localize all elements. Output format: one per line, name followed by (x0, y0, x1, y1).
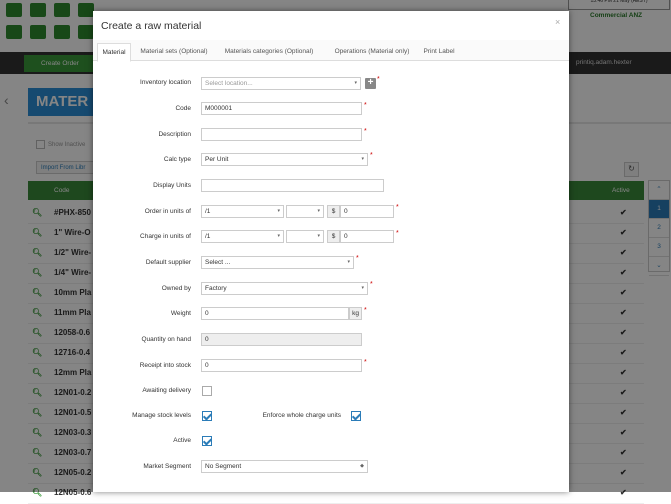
quantity-on-hand-input: 0 (201, 333, 362, 346)
awaiting-delivery-label: Awaiting delivery (142, 387, 191, 394)
order-unit-select[interactable]: /1 ▾ (201, 205, 284, 218)
required-mark: * (364, 359, 367, 366)
code-input[interactable]: M000001 (201, 102, 362, 115)
calc-type-value: Per Unit (205, 156, 229, 163)
tab-print-label[interactable]: Print Label (419, 43, 459, 60)
owned-by-value: Factory (205, 285, 227, 292)
market-segment-value: No Segment (205, 463, 242, 470)
description-input[interactable] (201, 128, 362, 141)
weight-label: Weight (170, 310, 191, 317)
default-supplier-label: Default supplier (145, 259, 191, 266)
market-segment-select[interactable]: No Segment ◆ (201, 460, 368, 473)
enforce-whole-charge-units-label: Enforce whole charge units (262, 412, 341, 419)
market-segment-label: Market Segment (143, 463, 191, 470)
order-in-units-label: Order in units of (144, 208, 191, 215)
order-price-input[interactable]: 0 (340, 205, 394, 218)
owned-by-select[interactable]: Factory ▾ (201, 282, 368, 295)
order-unit-value: /1 (205, 208, 211, 215)
receipt-into-stock-input[interactable]: 0 (201, 359, 362, 372)
required-mark: * (356, 255, 359, 262)
calc-type-label: Calc type (163, 156, 191, 163)
weight-unit-addon: kg (349, 307, 362, 320)
required-mark: * (364, 128, 367, 135)
required-mark: * (377, 76, 380, 83)
charge-in-units-label: Charge in units of (140, 233, 191, 240)
required-mark: * (396, 230, 399, 237)
default-supplier-value: Select ... (205, 259, 231, 266)
caret-down-icon: ▾ (277, 233, 280, 239)
default-supplier-select[interactable]: Select ... ▾ (201, 256, 354, 269)
caret-down-icon: ▾ (354, 80, 357, 86)
weight-input[interactable]: 0 (201, 307, 349, 320)
caret-down-icon: ▾ (317, 208, 320, 214)
manage-stock-levels-label: Manage stock levels (132, 412, 191, 419)
required-mark: * (370, 281, 373, 288)
tab-materials-categories[interactable]: Materials categories (Optional) (219, 43, 319, 60)
inventory-location-select[interactable]: Select location... ▾ (201, 77, 361, 90)
charge-sub-unit-select[interactable]: ▾ (286, 230, 324, 243)
display-units-label: Display Units (153, 182, 191, 189)
close-icon[interactable]: × (555, 17, 560, 27)
owned-by-label: Owned by (161, 285, 191, 292)
add-location-icon[interactable]: + (365, 78, 376, 89)
manage-stock-levels-checkbox[interactable] (202, 411, 212, 421)
inventory-location-value: Select location... (205, 80, 253, 87)
order-sub-unit-select[interactable]: ▾ (286, 205, 324, 218)
description-label: Description (158, 131, 191, 138)
active-checkbox[interactable] (202, 436, 212, 446)
tab-operations[interactable]: Operations (Material only) (325, 43, 419, 60)
dialog-title: Create a raw material (101, 20, 202, 32)
caret-down-icon: ▾ (361, 156, 364, 162)
active-label: Active (173, 437, 191, 444)
receipt-into-stock-label: Receipt into stock (139, 362, 191, 369)
tab-bar: Material Material sets (Optional) Materi… (93, 40, 569, 62)
enforce-whole-charge-units-checkbox[interactable] (351, 411, 361, 421)
tab-material-sets[interactable]: Material sets (Optional) (135, 43, 213, 60)
charge-price-input[interactable]: 0 (340, 230, 394, 243)
required-mark: * (396, 204, 399, 211)
required-mark: * (364, 307, 367, 314)
create-raw-material-dialog: Create a raw material × Material Materia… (93, 11, 569, 492)
order-currency-addon: $ (327, 205, 340, 218)
charge-unit-select[interactable]: /1 ▾ (201, 230, 284, 243)
calc-type-select[interactable]: Per Unit ▾ (201, 153, 368, 166)
caret-down-icon: ▾ (347, 259, 350, 265)
caret-down-icon: ▾ (361, 285, 364, 291)
caret-down-icon: ◆ (360, 463, 364, 469)
caret-down-icon: ▾ (277, 208, 280, 214)
required-mark: * (364, 102, 367, 109)
quantity-on-hand-label: Quantity on hand (141, 336, 191, 343)
code-label: Code (175, 105, 191, 112)
charge-currency-addon: $ (327, 230, 340, 243)
display-units-input[interactable] (201, 179, 384, 192)
inventory-location-label: Inventory location (140, 79, 191, 86)
tab-material[interactable]: Material (97, 43, 131, 62)
caret-down-icon: ▾ (317, 233, 320, 239)
awaiting-delivery-checkbox[interactable] (202, 386, 212, 396)
charge-unit-value: /1 (205, 233, 211, 240)
required-mark: * (370, 152, 373, 159)
